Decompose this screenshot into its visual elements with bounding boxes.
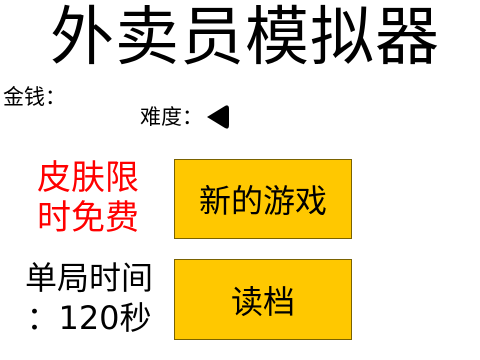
load-game-label: 读档 <box>230 282 295 321</box>
load-game-button[interactable]: 读档 <box>174 259 352 340</box>
new-game-button[interactable]: 新的游戏 <box>174 159 352 239</box>
difficulty-selector: 难度： <box>140 104 231 130</box>
money-label: 金钱： <box>3 85 66 109</box>
new-game-label: 新的游戏 <box>198 182 327 220</box>
game-title: 外卖员模拟器 <box>50 1 440 75</box>
promo-line-2: 时免费 <box>37 198 139 238</box>
timer-line-2: ：120秒 <box>26 299 152 337</box>
difficulty-label: 难度： <box>140 105 203 129</box>
difficulty-left-arrow-icon[interactable] <box>205 104 231 130</box>
round-time-info: 单局时间 ：120秒 <box>8 258 170 338</box>
timer-line-1: 单局时间 <box>24 259 153 297</box>
promo-line-1: 皮肤限 <box>37 158 139 198</box>
skin-free-promo: 皮肤限 时免费 <box>20 158 156 238</box>
